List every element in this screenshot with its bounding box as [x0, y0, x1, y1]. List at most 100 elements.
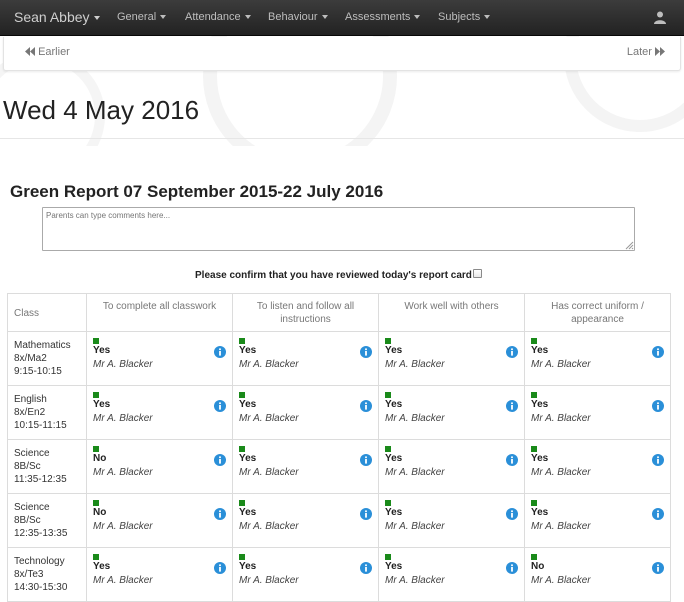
- status-square-icon: [531, 392, 537, 398]
- teacher-name: Mr A. Blacker: [531, 575, 591, 586]
- subject-name: English: [14, 394, 47, 405]
- target-cell: Yes Mr A. Blacker: [232, 493, 379, 548]
- class-cell: Mathematics 8x/Ma2 9:15-10:15: [7, 331, 87, 386]
- nav-menu-subjects[interactable]: Subjects: [438, 0, 491, 36]
- user-name-menu[interactable]: Sean Abbey: [14, 0, 100, 36]
- info-icon[interactable]: [360, 345, 372, 358]
- info-icon[interactable]: [214, 399, 226, 412]
- status-square-icon: [93, 446, 99, 452]
- column-header-class: Class: [7, 293, 87, 332]
- nav-menu-label: Subjects: [438, 11, 481, 23]
- confirm-label: Please confirm that you have reviewed to…: [195, 270, 472, 281]
- teacher-name: Mr A. Blacker: [385, 359, 445, 370]
- chevron-down-icon: [244, 15, 251, 20]
- later-link[interactable]: Later: [627, 46, 665, 58]
- info-icon[interactable]: [652, 561, 664, 574]
- chevron-down-icon: [93, 16, 100, 21]
- later-label: Later: [626, 46, 652, 58]
- status-square-icon: [531, 500, 537, 506]
- teacher-name: Mr A. Blacker: [239, 413, 299, 424]
- nav-menu-label: General: [117, 11, 157, 23]
- class-cell: English 8x/En2 10:15-11:15: [7, 385, 87, 440]
- teacher-name: Mr A. Blacker: [93, 521, 153, 532]
- nav-menu-assessments[interactable]: Assessments: [345, 0, 421, 36]
- target-cell: Yes Mr A. Blacker: [524, 439, 671, 494]
- target-value: Yes: [385, 345, 403, 356]
- nav-menu-label: Attendance: [185, 11, 241, 23]
- status-square-icon: [239, 554, 245, 560]
- info-icon[interactable]: [652, 453, 664, 466]
- info-icon[interactable]: [506, 507, 518, 520]
- target-cell: Yes Mr A. Blacker: [232, 385, 379, 440]
- nav-menu-behaviour[interactable]: Behaviour: [268, 0, 328, 36]
- lesson-time: 11:35-12:35: [14, 474, 67, 485]
- info-icon[interactable]: [506, 345, 518, 358]
- table-row: Technology 8x/Te3 14:30-15:30 Yes Mr A. Blac…: [7, 547, 671, 602]
- status-square-icon: [385, 554, 391, 560]
- user-name-label: Sean Abbey: [14, 9, 90, 25]
- info-icon[interactable]: [360, 453, 372, 466]
- target-value: Yes: [385, 453, 403, 464]
- info-icon[interactable]: [652, 399, 664, 412]
- status-square-icon: [93, 554, 99, 560]
- info-icon[interactable]: [214, 345, 226, 358]
- status-square-icon: [93, 500, 99, 506]
- target-cell: No Mr A. Blacker: [86, 493, 233, 548]
- target-cell: No Mr A. Blacker: [524, 547, 671, 602]
- target-cell: Yes Mr A. Blacker: [86, 385, 233, 440]
- info-icon[interactable]: [652, 507, 664, 520]
- class-group: 8x/Ma2: [14, 353, 47, 364]
- target-value: Yes: [239, 453, 257, 464]
- target-cell: Yes Mr A. Blacker: [378, 547, 525, 602]
- divider: [0, 138, 684, 139]
- teacher-name: Mr A. Blacker: [531, 359, 591, 370]
- earlier-link[interactable]: Earlier: [25, 46, 70, 58]
- target-value: Yes: [239, 399, 257, 410]
- date-pager: Earlier Later: [3, 37, 681, 71]
- class-cell: Science 8B/Sc 12:35-13:35: [7, 493, 87, 548]
- lesson-time: 10:15-11:15: [14, 420, 67, 431]
- target-cell: Yes Mr A. Blacker: [86, 547, 233, 602]
- chevron-down-icon: [414, 15, 421, 20]
- teacher-name: Mr A. Blacker: [531, 413, 591, 424]
- target-value: Yes: [239, 561, 257, 572]
- report-table: Class To complete all classwork To liste…: [7, 293, 671, 602]
- teacher-name: Mr A. Blacker: [93, 467, 153, 478]
- info-icon[interactable]: [214, 453, 226, 466]
- class-group: 8B/Sc: [14, 461, 41, 472]
- target-cell: Yes Mr A. Blacker: [232, 331, 379, 386]
- target-value: Yes: [385, 507, 403, 518]
- status-square-icon: [531, 446, 537, 452]
- info-icon[interactable]: [214, 507, 226, 520]
- info-icon[interactable]: [360, 561, 372, 574]
- top-navbar: Sean Abbey General Attendance Behaviour …: [0, 0, 684, 36]
- info-icon[interactable]: [506, 399, 518, 412]
- nav-menu-attendance[interactable]: Attendance: [185, 0, 251, 36]
- nav-menu-general[interactable]: General: [117, 0, 167, 36]
- target-value: Yes: [531, 453, 549, 464]
- info-icon[interactable]: [360, 399, 372, 412]
- info-icon[interactable]: [360, 507, 372, 520]
- parent-comments-input[interactable]: [42, 207, 635, 251]
- status-square-icon: [531, 338, 537, 344]
- teacher-name: Mr A. Blacker: [385, 467, 445, 478]
- target-cell: Yes Mr A. Blacker: [86, 331, 233, 386]
- status-square-icon: [239, 446, 245, 452]
- target-cell: Yes Mr A. Blacker: [378, 385, 525, 440]
- class-group: 8x/En2: [14, 407, 46, 418]
- info-icon[interactable]: [652, 345, 664, 358]
- info-icon[interactable]: [506, 453, 518, 466]
- confirm-checkbox[interactable]: [473, 269, 482, 278]
- target-value: Yes: [385, 399, 403, 410]
- target-value: No: [531, 561, 545, 572]
- status-square-icon: [93, 392, 99, 398]
- teacher-name: Mr A. Blacker: [385, 413, 445, 424]
- report-title: Green Report 07 September 2015-22 July 2…: [10, 182, 384, 201]
- resize-grip-icon[interactable]: [625, 241, 634, 250]
- info-icon[interactable]: [214, 561, 226, 574]
- chevron-down-icon: [160, 15, 167, 20]
- teacher-name: Mr A. Blacker: [531, 467, 591, 478]
- user-icon[interactable]: [654, 11, 666, 24]
- column-header-listen: To listen and follow all instructions: [232, 293, 379, 332]
- info-icon[interactable]: [506, 561, 518, 574]
